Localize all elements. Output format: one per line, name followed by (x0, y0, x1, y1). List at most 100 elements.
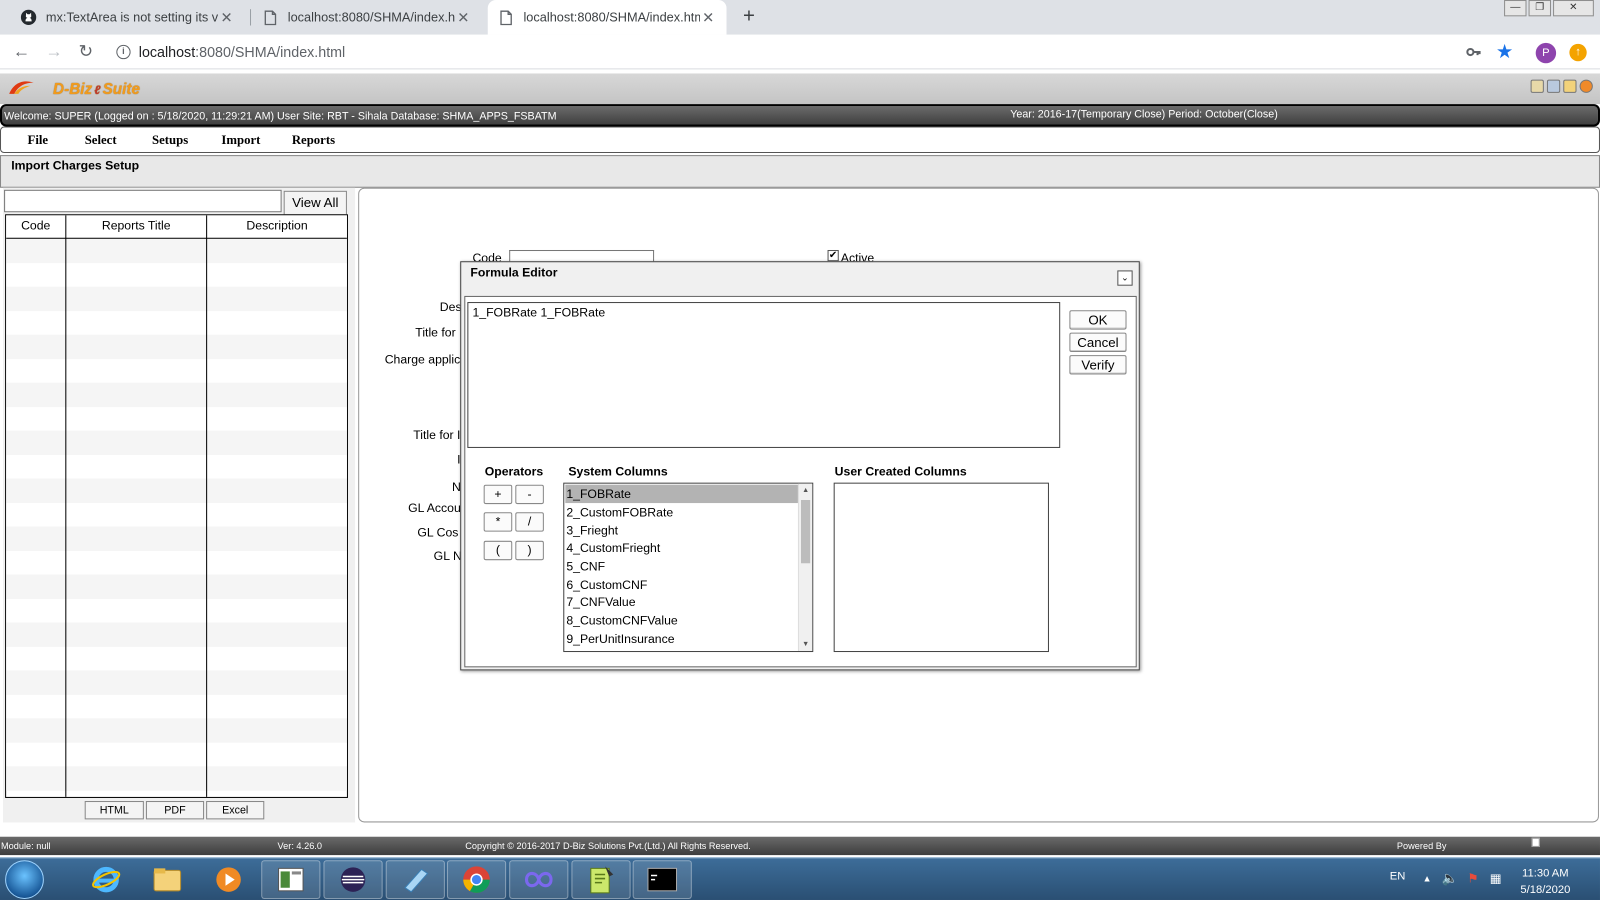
clock[interactable]: 11:30 AM 5/18/2020 (1520, 865, 1570, 898)
list-item[interactable]: 5_CNF (565, 557, 798, 575)
column-header-description[interactable]: Description (207, 218, 347, 232)
close-window-icon[interactable]: ✕ (1553, 0, 1594, 17)
export-excel-button[interactable]: Excel (206, 801, 265, 820)
address-bar[interactable]: i localhost:8080/SHMA/index.html (108, 39, 1557, 66)
home-icon[interactable] (1530, 79, 1544, 93)
menu-setups[interactable]: Setups (152, 133, 188, 148)
volume-icon[interactable]: 🔈 (1442, 870, 1459, 886)
network-icon[interactable]: ▦ (1490, 871, 1502, 885)
list-scrollbar[interactable]: ▲ ▼ (797, 483, 813, 652)
menu-file[interactable]: File (28, 133, 49, 148)
table-row[interactable] (6, 574, 347, 599)
table-row[interactable] (6, 238, 347, 263)
export-pdf-button[interactable]: PDF (145, 801, 205, 820)
restore-window-icon[interactable]: ❐ (1528, 0, 1552, 17)
table-row[interactable] (6, 406, 347, 431)
operator-divide-button[interactable]: / (515, 512, 544, 532)
table-row[interactable] (6, 622, 347, 647)
site-info-icon[interactable]: i (116, 44, 131, 60)
table-row[interactable] (6, 310, 347, 335)
table-row[interactable] (6, 718, 347, 743)
search-input[interactable] (4, 189, 282, 213)
table-row[interactable] (6, 262, 347, 287)
table-row[interactable] (6, 670, 347, 695)
collapse-dialog-icon[interactable]: ⌄ (1117, 270, 1133, 286)
list-item[interactable]: 6_CustomCNF (565, 576, 798, 594)
key-icon[interactable] (1465, 44, 1481, 60)
list-item[interactable]: 8_CustomCNFValue (565, 611, 798, 629)
column-header-code[interactable]: Code (6, 218, 65, 232)
profile-avatar[interactable]: P (1535, 42, 1557, 64)
command-prompt-icon[interactable] (632, 860, 692, 899)
export-html-button[interactable]: HTML (84, 801, 144, 820)
active-checkbox[interactable]: ✔ (827, 249, 839, 262)
operator-plus-button[interactable]: + (483, 484, 513, 505)
view-all-button[interactable]: View All (283, 190, 347, 216)
minimize-window-icon[interactable]: — (1504, 0, 1527, 17)
operator-open-paren-button[interactable]: ( (483, 540, 513, 561)
settings-icon[interactable] (1546, 79, 1561, 93)
table-row[interactable] (6, 430, 347, 455)
ok-button[interactable]: OK (1069, 310, 1127, 330)
reload-icon[interactable]: ↻ (74, 41, 96, 63)
update-icon[interactable]: ↑ (1569, 43, 1587, 62)
scroll-up-icon[interactable]: ▲ (799, 484, 812, 497)
user-columns-list[interactable] (833, 482, 1049, 653)
action-center-icon[interactable]: ⚑ (1467, 871, 1478, 885)
menu-reports[interactable]: Reports (292, 133, 335, 148)
table-row[interactable] (6, 382, 347, 407)
start-button-icon[interactable] (5, 860, 44, 899)
close-tab-icon[interactable]: ✕ (218, 9, 234, 26)
table-row[interactable] (6, 286, 347, 311)
table-row[interactable] (6, 550, 347, 575)
charges-grid[interactable]: Code Reports Title Description (5, 214, 348, 798)
system-columns-list[interactable]: 1_FOBRate 2_CustomFOBRate 3_Frieght 4_Cu… (563, 482, 814, 653)
operator-close-paren-button[interactable]: ) (515, 540, 544, 561)
browser-tab-shma-1[interactable]: localhost:8080/SHMA/index.html ✕ (252, 0, 482, 35)
media-player-icon[interactable] (199, 860, 258, 899)
verify-button[interactable]: Verify (1069, 355, 1127, 375)
table-row[interactable] (6, 766, 347, 791)
chrome-icon[interactable] (446, 860, 507, 899)
eclipse-icon[interactable] (323, 860, 383, 899)
table-row[interactable] (6, 598, 347, 623)
column-header-reports-title[interactable]: Reports Title (66, 218, 206, 232)
logout-icon[interactable] (1579, 79, 1593, 93)
table-row[interactable] (6, 334, 347, 359)
file-explorer-icon[interactable] (138, 860, 197, 899)
operator-multiply-button[interactable]: * (483, 512, 513, 532)
table-row[interactable] (6, 502, 347, 527)
list-item[interactable]: 9_PerUnitInsurance (565, 630, 798, 648)
lock-icon[interactable] (1563, 79, 1577, 93)
table-row[interactable] (6, 694, 347, 719)
list-item-selected[interactable]: 1_FOBRate (565, 484, 798, 503)
close-tab-icon[interactable]: ✕ (455, 9, 471, 26)
forward-icon[interactable]: → (43, 41, 65, 63)
internet-explorer-icon[interactable] (77, 860, 136, 899)
table-row[interactable] (6, 742, 347, 767)
table-row[interactable] (6, 358, 347, 383)
list-item[interactable]: 4_CustomFrieght (565, 539, 798, 557)
visual-studio-icon[interactable] (509, 860, 569, 899)
list-item[interactable]: 2_CustomFOBRate (565, 503, 798, 521)
list-item[interactable]: 7_CNFValue (565, 593, 798, 611)
show-hidden-icons-icon[interactable]: ▲ (1422, 873, 1431, 883)
list-item[interactable]: 3_Frieght (565, 521, 798, 539)
table-row[interactable] (6, 646, 347, 671)
browser-tab-shma-2-active[interactable]: localhost:8080/SHMA/index.html ✕ (487, 0, 727, 35)
table-row[interactable] (6, 454, 347, 479)
app-window-icon[interactable] (261, 860, 321, 899)
scroll-thumb[interactable] (801, 499, 811, 564)
operator-minus-button[interactable]: - (515, 484, 544, 505)
bookmark-star-icon[interactable]: ★ (1496, 41, 1513, 64)
new-tab-button[interactable]: + (737, 5, 761, 29)
notepad-icon[interactable] (385, 860, 445, 899)
notepad-plus-plus-icon[interactable] (571, 860, 631, 899)
scroll-down-icon[interactable]: ▼ (799, 638, 812, 651)
back-icon[interactable]: ← (10, 41, 32, 63)
close-tab-icon[interactable]: ✕ (700, 9, 716, 26)
formula-textarea[interactable]: 1_FOBRate 1_FOBRate (467, 302, 1061, 448)
table-row[interactable] (6, 526, 347, 551)
browser-tab-github[interactable]: mx:TextArea is not setting its valu ✕ (10, 0, 245, 35)
cancel-button[interactable]: Cancel (1069, 332, 1127, 353)
